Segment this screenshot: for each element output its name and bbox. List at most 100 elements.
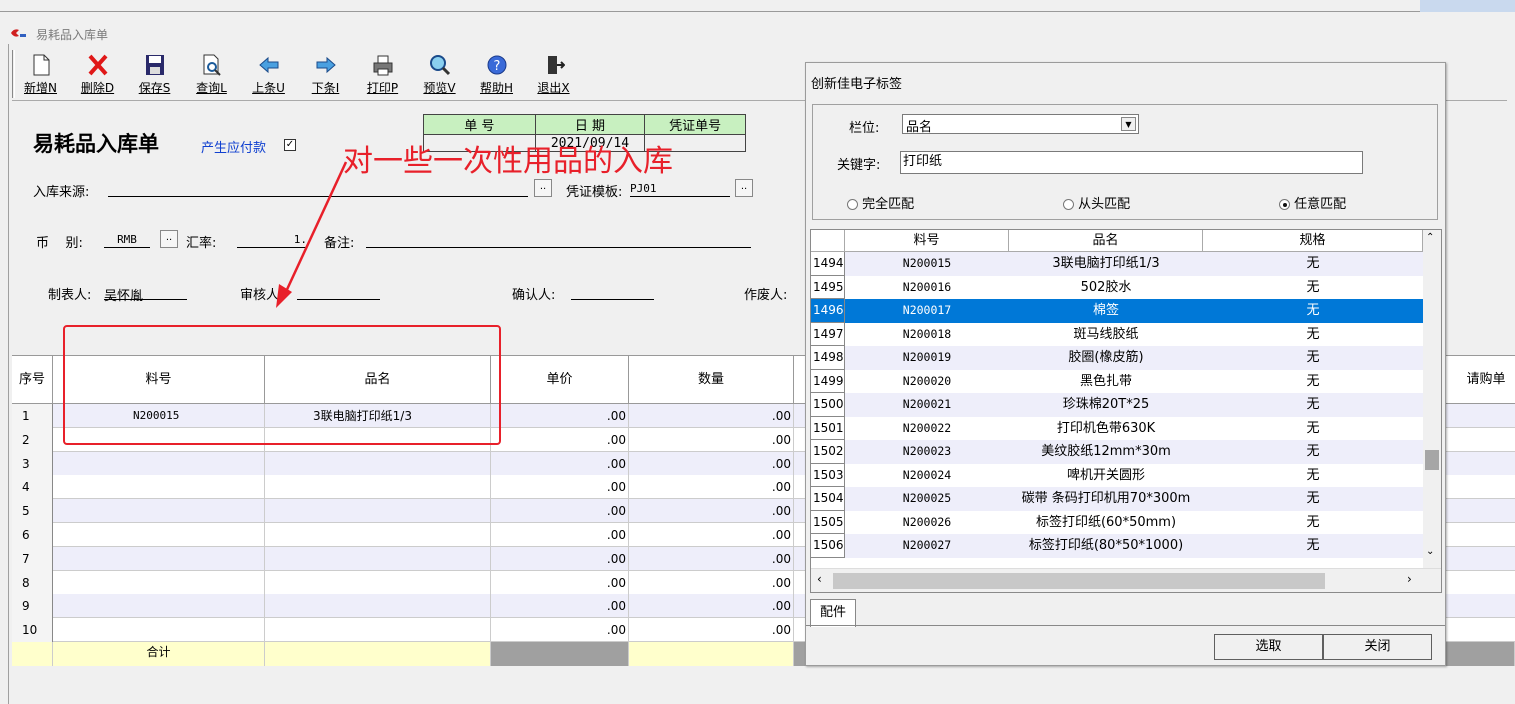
list-item[interactable]: 1494 N200015 3联电脑打印纸1/3 无 [811, 252, 1423, 276]
scroll-down-icon[interactable]: ⌄ [1426, 546, 1434, 557]
cell-part[interactable] [53, 451, 265, 476]
save-button[interactable]: 保存S [126, 50, 183, 100]
tab-parts[interactable]: 配件 [810, 599, 856, 627]
cell-name[interactable] [265, 451, 491, 476]
cell-qty[interactable]: .00 [629, 618, 794, 643]
cell-part[interactable] [53, 546, 265, 571]
preview-button[interactable]: 预览V [411, 50, 468, 100]
scroll-up-icon[interactable]: ⌃ [1426, 232, 1434, 243]
list-item[interactable]: 1501 N200022 打印机色带630K 无 [811, 416, 1423, 440]
list-item[interactable]: 1505 N200026 标签打印纸(60*50mm) 无 [811, 510, 1423, 534]
cell-part[interactable] [53, 475, 265, 500]
cell-name[interactable] [265, 475, 491, 500]
keyword-input[interactable]: 打印纸 [900, 151, 1363, 174]
scroll-thumb-horizontal[interactable] [833, 573, 1325, 589]
radio-exact[interactable] [847, 199, 858, 210]
note-input[interactable] [366, 233, 751, 248]
col-header-price[interactable]: 单价 [491, 356, 629, 404]
dropdown-arrow-icon[interactable]: ▼ [1121, 117, 1136, 131]
cell-name[interactable] [265, 546, 491, 571]
cell-qty[interactable]: .00 [629, 404, 794, 428]
cell-no[interactable]: 10 [12, 618, 53, 643]
exit-button[interactable]: 退出X [525, 50, 582, 100]
list-item[interactable]: 1498 N200019 胶圈(橡皮筋) 无 [811, 346, 1423, 370]
list-item[interactable]: 1497 N200018 斑马线胶纸 无 [811, 322, 1423, 346]
confirm-input[interactable] [571, 285, 654, 300]
list-item[interactable]: 1503 N200024 啤机开关圆形 无 [811, 463, 1423, 487]
list-item[interactable]: 1504 N200025 碳带 条码打印机用70*300m 无 [811, 487, 1423, 511]
cell-no[interactable]: 9 [12, 594, 53, 619]
cell-no[interactable]: 2 [12, 427, 53, 452]
cell-name[interactable] [265, 618, 491, 643]
cell-no[interactable]: 6 [12, 523, 53, 547]
template-input[interactable]: PJ01 [630, 182, 730, 197]
cell-part[interactable] [53, 594, 265, 619]
cell-price[interactable]: .00 [491, 594, 629, 619]
list-item[interactable]: 1499 N200020 黑色扎带 无 [811, 369, 1423, 393]
scroll-thumb-vertical[interactable] [1425, 450, 1439, 470]
field-select[interactable]: 品名 ▼ [902, 114, 1139, 135]
cell-name[interactable] [265, 570, 491, 595]
cell-name[interactable] [265, 594, 491, 619]
list-item[interactable]: 1496 N200017 棉签 无 [811, 299, 1423, 323]
close-button[interactable]: 关闭 [1323, 634, 1432, 660]
list-header-spec[interactable]: 规格 [1203, 230, 1423, 252]
list-item[interactable]: 1500 N200021 珍珠棉20T*25 无 [811, 393, 1423, 417]
cell-no[interactable]: 8 [12, 570, 53, 595]
scroll-right-icon[interactable]: › [1407, 572, 1412, 586]
template-lookup-button[interactable]: .. [735, 179, 753, 197]
cell-no[interactable]: 4 [12, 475, 53, 500]
cell-price[interactable]: .00 [491, 546, 629, 571]
cell-qty[interactable]: .00 [629, 475, 794, 500]
col-header-qty[interactable]: 数量 [629, 356, 794, 404]
query-button[interactable]: 查询L [183, 50, 240, 100]
cell-qty[interactable]: .00 [629, 594, 794, 619]
source-lookup-button[interactable]: .. [534, 179, 552, 197]
cell-qty[interactable]: .00 [629, 451, 794, 476]
help-button[interactable]: ? 帮助H [468, 50, 525, 100]
delete-button[interactable]: 删除D [69, 50, 126, 100]
scroll-left-icon[interactable]: ‹ [817, 572, 822, 586]
next-record-button[interactable]: 下条I [297, 50, 354, 100]
col-header-no[interactable]: 序号 [12, 356, 53, 404]
cell-price[interactable]: .00 [491, 523, 629, 547]
cell-no[interactable]: 1 [12, 404, 53, 428]
cell-no[interactable]: 3 [12, 451, 53, 476]
col-header-purchase-req[interactable]: 请购单 [1457, 356, 1515, 404]
cell-qty[interactable]: .00 [629, 570, 794, 595]
cell-qty[interactable]: .00 [629, 523, 794, 547]
cell-qty[interactable]: .00 [629, 427, 794, 452]
maker-input[interactable]: 吴怀胤 [104, 285, 187, 304]
radio-prefix[interactable] [1063, 199, 1074, 210]
vertical-scrollbar[interactable]: ⌃ ⌄ [1423, 230, 1441, 568]
list-item[interactable]: 1506 N200027 标签打印纸(80*50*1000) 无 [811, 534, 1423, 558]
list-item[interactable]: 1495 N200016 502胶水 无 [811, 275, 1423, 299]
currency-input[interactable]: RMB [104, 233, 150, 248]
cell-price[interactable]: .00 [491, 570, 629, 595]
print-button[interactable]: 打印P [354, 50, 411, 100]
prev-record-button[interactable]: 上条U [240, 50, 297, 100]
cell-qty[interactable]: .00 [629, 546, 794, 571]
list-header-part[interactable]: 料号 [845, 230, 1009, 252]
cell-price[interactable]: .00 [491, 475, 629, 500]
cell-price[interactable]: .00 [491, 404, 629, 428]
cell-price[interactable]: .00 [491, 618, 629, 643]
radio-any[interactable] [1279, 199, 1290, 210]
list-header-name[interactable]: 品名 [1009, 230, 1203, 252]
currency-lookup-button[interactable]: .. [160, 230, 178, 248]
cell-price[interactable]: .00 [491, 499, 629, 524]
cell-name[interactable] [265, 499, 491, 524]
match-prefix-option[interactable]: 从头匹配 [1063, 193, 1130, 212]
horizontal-scrollbar[interactable]: ‹ › [811, 568, 1441, 592]
list-item[interactable]: 1502 N200023 美纹胶纸12mm*30m 无 [811, 440, 1423, 464]
cell-name[interactable] [265, 523, 491, 547]
match-exact-option[interactable]: 完全匹配 [847, 193, 914, 212]
payable-checkbox[interactable]: ✓ [284, 139, 296, 151]
cell-price[interactable]: .00 [491, 451, 629, 476]
cell-part[interactable] [53, 523, 265, 547]
cell-part[interactable] [53, 618, 265, 643]
cell-no[interactable]: 7 [12, 546, 53, 571]
cell-part[interactable] [53, 570, 265, 595]
cell-qty[interactable]: .00 [629, 499, 794, 524]
select-button[interactable]: 选取 [1214, 634, 1323, 660]
